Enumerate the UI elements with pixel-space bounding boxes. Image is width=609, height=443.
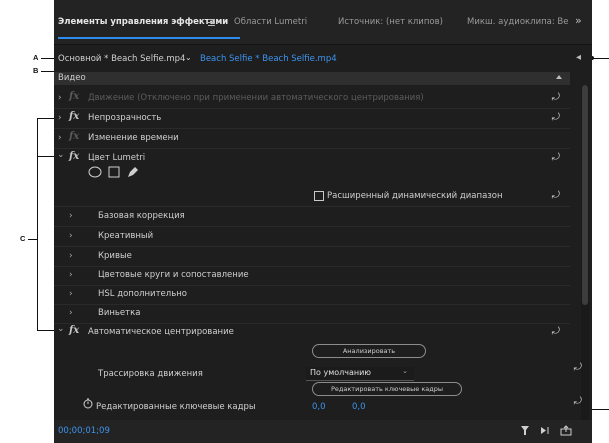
lumetri-section-label: Креативный <box>98 231 154 241</box>
effect-label-lumetri: Цвет Lumetri <box>88 153 146 163</box>
tab-effect-controls[interactable]: Элементы управления эффектами <box>58 17 241 39</box>
double-chevron-right-icon[interactable]: » <box>575 14 582 27</box>
reset-icon[interactable]: ⤾ <box>552 326 560 337</box>
effect-label-opacity: Непрозрачность <box>88 113 162 123</box>
fx-icon[interactable]: fx <box>69 325 79 336</box>
chevron-right-icon[interactable]: › <box>58 93 62 103</box>
ellipse-mask-icon[interactable] <box>88 166 102 178</box>
rectangle-mask-icon[interactable] <box>108 166 120 178</box>
effect-controls-panel: Элементы управления эффектами Области Lu… <box>54 0 592 443</box>
lumetri-section-label: Кривые <box>98 251 132 261</box>
video-section-header: Видео <box>54 72 570 85</box>
video-header-label: Видео <box>58 73 86 83</box>
reset-icon[interactable]: ⤾ <box>552 152 560 163</box>
hdr-row: Расширенный динамический диапазон ⤾ <box>54 186 570 207</box>
keyframe-x-value[interactable]: 0,0 <box>312 402 326 412</box>
chevron-right-icon[interactable]: › <box>58 133 62 143</box>
stopwatch-icon[interactable] <box>83 398 93 409</box>
lumetri-section-vignette[interactable]: › Виньетка <box>54 303 570 324</box>
effect-label-motion: Движение (Отключено при применении автом… <box>88 93 424 103</box>
reset-icon[interactable]: ⤾ <box>574 396 582 407</box>
triangle-left-icon[interactable]: ◂ <box>576 52 581 63</box>
master-clip-label[interactable]: Основной * Beach Selfie.mp4 <box>58 54 185 64</box>
effect-label-auto-reframe: Автоматическое центрирование <box>88 327 234 337</box>
fx-icon[interactable]: fx <box>69 91 79 102</box>
edited-keyframes-label: Редактированные ключевые кадры <box>96 402 256 412</box>
lumetri-section-hsl[interactable]: › HSL дополнительно <box>54 284 570 305</box>
lumetri-section-basic[interactable]: › Базовая коррекция <box>54 206 570 227</box>
hamburger-icon[interactable] <box>208 19 215 26</box>
reset-icon[interactable]: ⤾ <box>552 112 560 123</box>
analyze-button[interactable]: Анализировать <box>312 344 426 358</box>
clip-selector-bar: Основной * Beach Selfie.mp4 ⌄ Beach Self… <box>54 48 592 70</box>
current-timecode[interactable]: 00;00;01;09 <box>58 426 110 436</box>
chevron-down-icon: ⌄ <box>402 367 408 375</box>
chevron-right-icon[interactable]: › <box>69 308 73 318</box>
edit-keyframes-button[interactable]: Редактировать ключевые кадры <box>312 382 462 396</box>
effect-row-auto-reframe[interactable]: ⌄ fx Автоматическое центрирование ⤾ <box>54 322 570 342</box>
keyframe-y-value[interactable]: 0,0 <box>352 402 366 412</box>
fx-icon[interactable]: fx <box>69 131 79 142</box>
pen-mask-icon[interactable] <box>126 166 140 179</box>
callout-b: B <box>33 66 39 75</box>
scrollbar-thumb[interactable] <box>582 85 588 305</box>
hdr-label: Расширенный динамический диапазон <box>327 191 503 201</box>
reset-icon[interactable]: ⤾ <box>552 92 560 103</box>
callout-a: A <box>33 53 39 62</box>
lumetri-section-label: Цветовые круги и сопоставление <box>98 270 249 280</box>
export-icon[interactable] <box>560 425 572 436</box>
effect-row-opacity[interactable]: › fx Непрозрачность ⤾ <box>54 108 570 129</box>
tab-lumetri-scopes[interactable]: Области Lumetri <box>234 17 307 27</box>
fx-icon[interactable]: fx <box>69 111 79 122</box>
effect-row-motion[interactable]: › fx Движение (Отключено при применении … <box>54 88 570 109</box>
panel-tab-bar: Элементы управления эффектами Области Lu… <box>54 0 592 45</box>
play-audio-icon[interactable] <box>540 425 552 436</box>
filter-icon[interactable] <box>520 425 530 436</box>
triangle-up-icon[interactable] <box>556 75 562 79</box>
effect-row-lumetri[interactable]: ⌄ fx Цвет Lumetri ⤾ <box>54 148 570 168</box>
motion-tracking-value: По умолчанию <box>310 368 372 377</box>
motion-tracking-select[interactable]: По умолчанию ⌄ <box>306 367 414 381</box>
chevron-right-icon[interactable]: › <box>69 270 73 280</box>
tab-source[interactable]: Источник: (нет клипов) <box>338 17 443 27</box>
lumetri-section-label: HSL дополнительно <box>98 289 187 299</box>
effect-row-time-remap[interactable]: › fx Изменение времени <box>54 128 570 149</box>
reset-icon[interactable]: ⤾ <box>574 362 582 373</box>
clip-instance-label[interactable]: Beach Selfie * Beach Selfie.mp4 <box>200 54 337 64</box>
motion-tracking-label: Трассировка движения <box>98 369 203 379</box>
callout-c: C <box>20 234 26 243</box>
chevron-down-icon[interactable]: ⌄ <box>57 324 65 334</box>
callout-c-bracket <box>37 118 38 331</box>
callout-right-line <box>592 58 609 59</box>
lumetri-section-label: Базовая коррекция <box>98 211 185 221</box>
fx-icon[interactable]: fx <box>69 151 79 162</box>
reset-icon[interactable]: ⤾ <box>552 190 560 201</box>
chevron-down-icon[interactable]: ⌄ <box>57 150 65 160</box>
hdr-checkbox[interactable] <box>314 191 324 201</box>
bottom-bar <box>54 420 592 443</box>
effect-label-time-remap: Изменение времени <box>88 133 179 143</box>
chevron-right-icon[interactable]: › <box>69 231 73 241</box>
vertical-scrollbar[interactable] <box>581 85 589 420</box>
lumetri-section-curves[interactable]: › Кривые <box>54 246 570 267</box>
chevron-right-icon[interactable]: › <box>69 289 73 299</box>
chevron-right-icon[interactable]: › <box>58 113 62 123</box>
lumetri-section-creative[interactable]: › Креативный <box>54 226 570 247</box>
chevron-right-icon[interactable]: › <box>69 251 73 261</box>
tab-audio-clip-mixer[interactable]: Микш. аудиоклипа: Be <box>467 17 569 27</box>
lumetri-section-color-wheels[interactable]: › Цветовые круги и сопоставление <box>54 265 570 286</box>
chevron-down-icon[interactable]: ⌄ <box>185 53 192 62</box>
lumetri-section-label: Виньетка <box>98 308 141 318</box>
chevron-right-icon[interactable]: › <box>69 211 73 221</box>
